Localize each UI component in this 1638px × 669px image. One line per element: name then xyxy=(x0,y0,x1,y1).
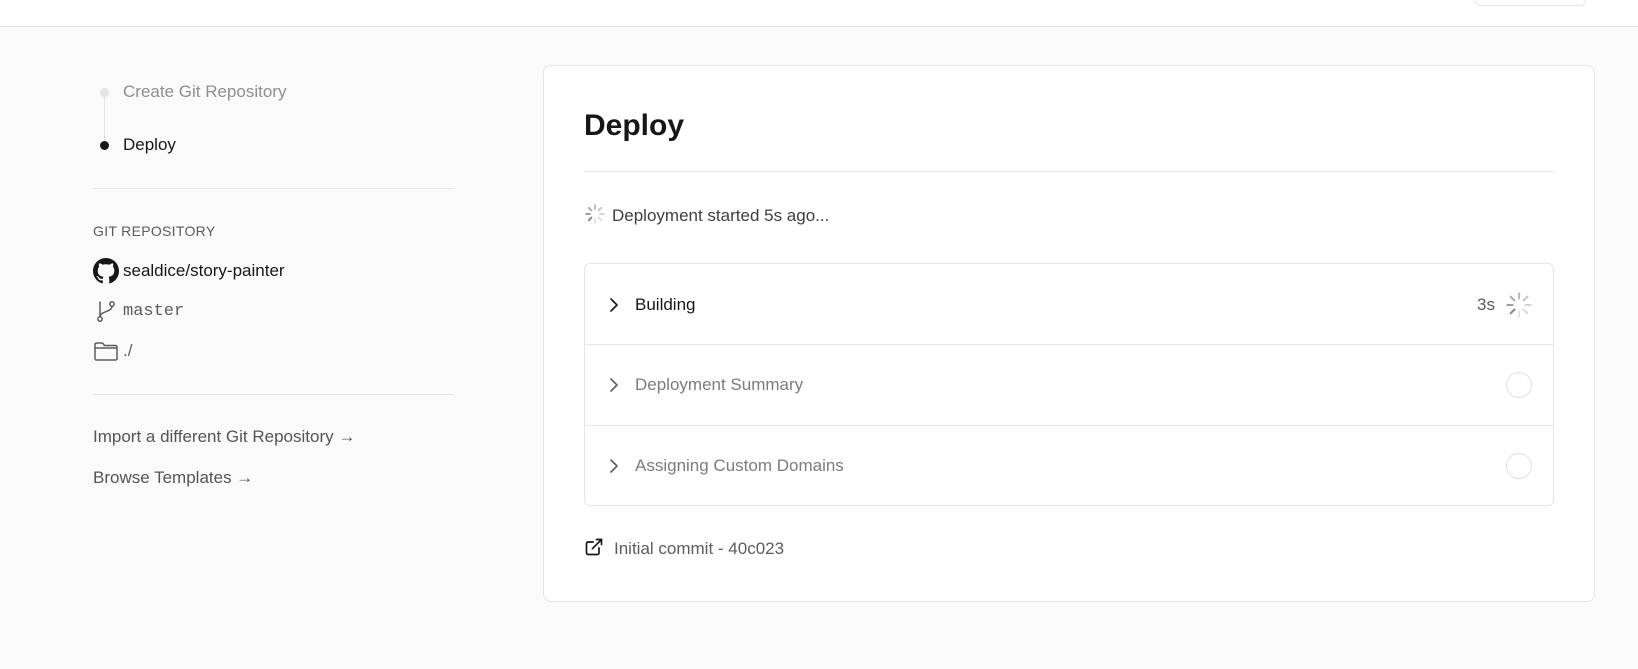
git-repository-heading: GIT REPOSITORY xyxy=(93,223,216,239)
step-dot-done xyxy=(100,87,109,97)
commit-text: Initial commit - 40c023 xyxy=(614,539,785,558)
repo-name: sealdice/story-painter xyxy=(123,261,285,280)
pending-circle-icon xyxy=(1505,452,1533,480)
branch-name: master xyxy=(123,301,185,321)
deployment-status-text: Deployment started 5s ago... xyxy=(612,206,830,225)
title-divider xyxy=(584,171,1554,172)
step-row-label: Building xyxy=(635,294,696,314)
github-icon xyxy=(93,258,119,284)
repo-name-row: sealdice/story-painter xyxy=(93,258,285,284)
chevron-right-icon xyxy=(607,459,621,473)
step-dot-active xyxy=(100,140,109,150)
step-duration: 3s xyxy=(1477,294,1495,314)
topbar-button[interactable] xyxy=(1474,0,1586,6)
sidebar-divider xyxy=(93,188,454,189)
pending-circle-icon xyxy=(1505,371,1533,399)
step-row-deployment-summary[interactable]: Deployment Summary xyxy=(585,344,1553,425)
steps-connector xyxy=(104,92,105,144)
root-directory-row: ./ xyxy=(93,338,132,364)
step-label: Deploy xyxy=(123,135,176,154)
spinner-icon xyxy=(584,203,606,230)
sidebar-divider xyxy=(93,394,454,395)
branch-row: master xyxy=(93,298,184,324)
git-branch-icon xyxy=(93,298,119,324)
chevron-right-icon xyxy=(607,378,621,392)
spinner-icon xyxy=(1505,291,1533,319)
chevron-right-icon xyxy=(607,297,621,312)
folder-icon xyxy=(93,338,119,364)
step-row-label: Deployment Summary xyxy=(635,375,804,394)
root-directory: ./ xyxy=(123,341,133,360)
step-row-assigning-custom-domains[interactable]: Assigning Custom Domains xyxy=(585,425,1553,505)
top-navbar xyxy=(0,0,1638,27)
deploy-card: Deploy Deployment started 5s ago... Buil… xyxy=(543,65,1595,602)
deployment-status: Deployment started 5s ago... xyxy=(584,203,830,230)
step-label: Create Git Repository xyxy=(123,82,287,101)
import-different-repo-link[interactable]: Import a different Git Repository → xyxy=(93,427,355,447)
step-row-building[interactable]: Building 3s xyxy=(585,264,1553,345)
step-row-label: Assigning Custom Domains xyxy=(635,456,844,475)
deployment-steps: Building 3s Deployment Summary Assigning… xyxy=(584,263,1554,506)
commit-link[interactable]: Initial commit - 40c023 xyxy=(584,538,784,560)
page-title: Deploy xyxy=(584,109,685,142)
browse-templates-link[interactable]: Browse Templates → xyxy=(93,468,253,488)
external-link-icon xyxy=(584,537,604,562)
